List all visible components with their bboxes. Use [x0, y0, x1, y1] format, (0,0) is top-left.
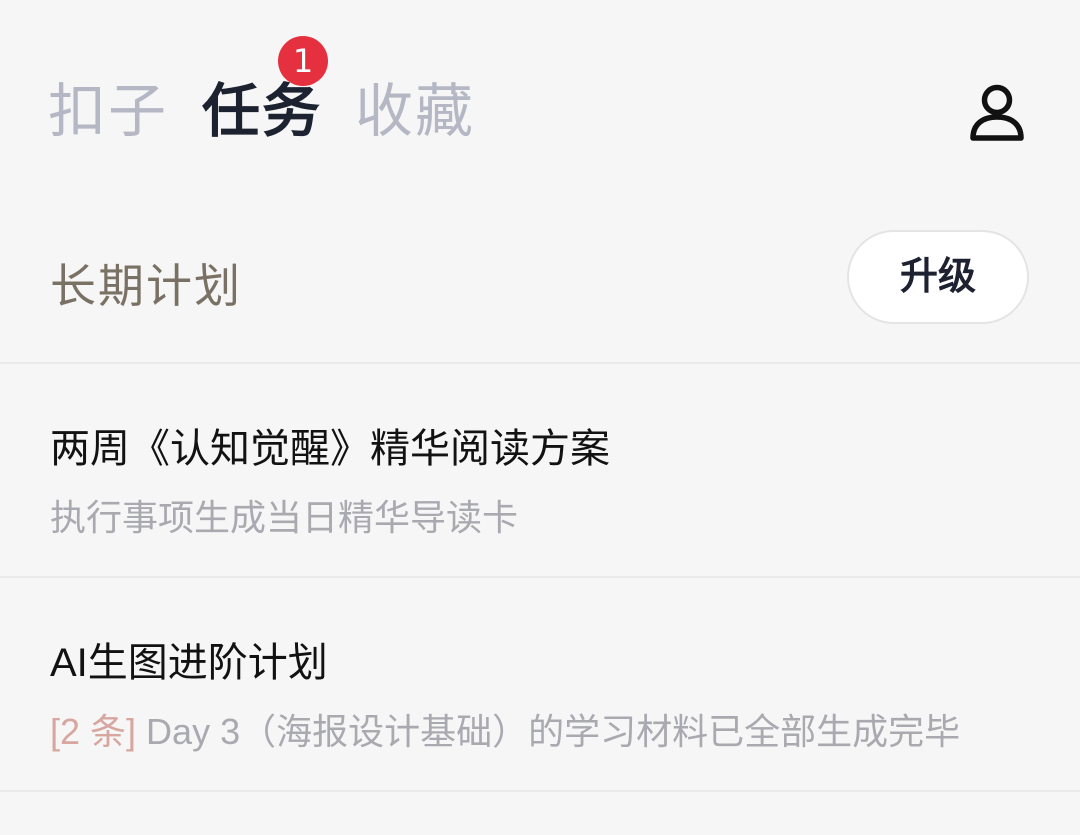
- item-subtitle: Day 3（海报设计基础）的学习材料已全部生成完毕: [146, 711, 961, 752]
- upgrade-button[interactable]: 升级: [847, 230, 1029, 324]
- item-subtitle: 执行事项生成当日精华导读卡: [50, 497, 519, 538]
- top-nav: 扣子 任务 1 收藏: [0, 0, 1080, 190]
- tasks-badge: 1: [278, 36, 328, 86]
- divider: [0, 790, 1080, 792]
- item-title: 两周《认知觉醒》精华阅读方案: [50, 427, 610, 471]
- tab-kouzi[interactable]: 扣子: [48, 72, 168, 152]
- tab-favorites[interactable]: 收藏: [355, 72, 475, 152]
- item-subtitle-row: [2 条] Day 3（海报设计基础）的学习材料已全部生成完毕: [50, 703, 1030, 755]
- section-header: 长期计划 升级: [0, 190, 1080, 362]
- message-count-tag: [2 条]: [50, 711, 137, 752]
- list-item[interactable]: 两周《认知觉醒》精华阅读方案 执行事项生成当日精华导读卡: [0, 364, 1080, 576]
- user-profile-icon[interactable]: [965, 80, 1029, 144]
- item-title: AI生图进阶计划: [50, 641, 328, 685]
- section-title: 长期计划: [50, 259, 242, 313]
- list-item[interactable]: AI生图进阶计划 [2 条] Day 3（海报设计基础）的学习材料已全部生成完毕: [0, 578, 1080, 790]
